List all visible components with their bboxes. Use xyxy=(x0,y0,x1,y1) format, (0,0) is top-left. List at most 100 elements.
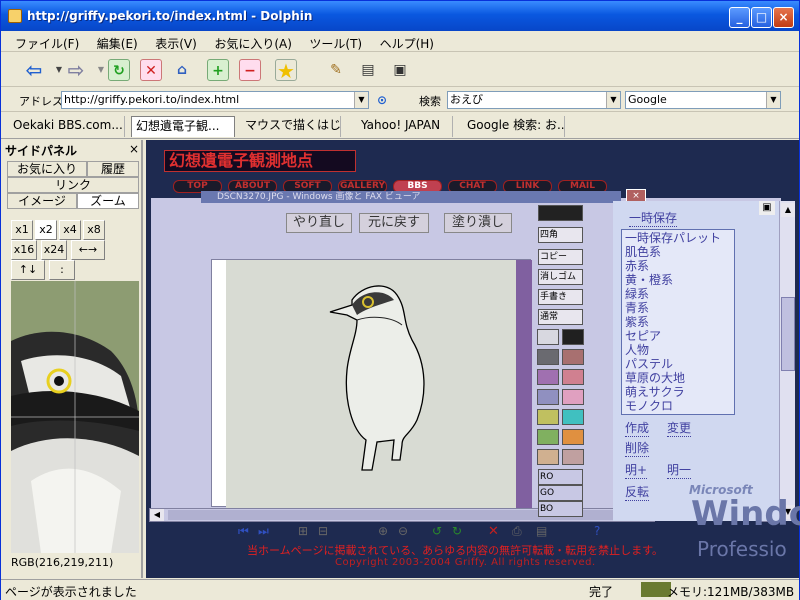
color-swatch[interactable] xyxy=(537,429,559,445)
color-swatch[interactable] xyxy=(537,329,559,345)
menu-help[interactable]: ヘルプ(H) xyxy=(380,35,434,52)
actual-size-icon[interactable]: ⊟ xyxy=(318,524,328,538)
minimize-button[interactable]: _ xyxy=(729,7,750,28)
refresh-icon[interactable]: ↻ xyxy=(108,59,130,81)
brighten-button[interactable]: 明+ xyxy=(625,461,648,479)
back-icon[interactable]: ⇦ xyxy=(23,59,45,81)
palette-list[interactable]: 一時保存パレット 肌色系 赤系 黄・橙系 緑系 青系 紫系 セピア 人物 パステ… xyxy=(621,229,735,415)
zoom-grid-button[interactable]: : xyxy=(49,260,75,280)
palette-item[interactable]: 黄・橙系 xyxy=(625,273,731,287)
tab-griffy[interactable]: 幻想遺電子観... xyxy=(131,116,235,137)
zoom-x2-button[interactable]: x2 xyxy=(35,220,57,240)
zoom-vertical-button[interactable]: ↑↓ xyxy=(11,260,45,280)
sidebar-tab-history[interactable]: 履歴 xyxy=(87,161,139,177)
menu-edit[interactable]: 編集(E) xyxy=(97,35,138,52)
palette-item[interactable]: モノクロ xyxy=(625,399,731,413)
sidebar-tab-image[interactable]: イメージ xyxy=(7,193,77,209)
sidebar-tab-favorites[interactable]: お気に入り xyxy=(7,161,87,177)
sidebar-tab-links[interactable]: リンク xyxy=(7,177,139,193)
menu-view[interactable]: 表示(V) xyxy=(155,35,197,52)
menu-tools[interactable]: ツール(T) xyxy=(309,35,362,52)
zoom-out-icon[interactable]: ⊖ xyxy=(398,524,408,538)
favorites-star-icon[interactable]: ★ xyxy=(275,59,297,82)
palette-item[interactable]: 一時保存パレット xyxy=(625,231,731,245)
side-panel-close-icon[interactable]: × xyxy=(129,142,139,156)
maximize-button[interactable]: □ xyxy=(751,7,772,28)
zoom-x24-button[interactable]: x24 xyxy=(41,240,67,260)
palette-item[interactable]: 緑系 xyxy=(625,287,731,301)
tool-copy[interactable]: コピー xyxy=(538,249,583,265)
next-icon[interactable]: ⏭ xyxy=(258,524,269,539)
color-swatch[interactable] xyxy=(537,369,559,385)
palette-item[interactable]: 萌えサクラ xyxy=(625,385,731,399)
red-slider[interactable]: RO xyxy=(538,469,583,485)
undo-button[interactable]: やり直し xyxy=(286,213,352,233)
color-swatch[interactable] xyxy=(562,449,584,465)
palette-item[interactable]: 人物 xyxy=(625,343,731,357)
stop-icon[interactable]: ✕ xyxy=(140,59,162,81)
image-toolbar-icon[interactable]: ▣ xyxy=(759,201,775,215)
tab-yahoo[interactable]: Yahoo! JAPAN xyxy=(357,116,453,137)
palette-item[interactable]: 草原の大地 xyxy=(625,371,731,385)
delete-icon[interactable]: ✕ xyxy=(488,524,499,539)
zoom-in-icon[interactable]: ⊕ xyxy=(378,524,388,538)
palette-item[interactable]: 肌色系 xyxy=(625,245,731,259)
palette-item[interactable]: 紫系 xyxy=(625,315,731,329)
close-button[interactable]: × xyxy=(773,7,794,28)
tab-mouse-drawing[interactable]: マウスで描くはじ... xyxy=(241,116,341,137)
window-list-icon[interactable]: ▤ xyxy=(357,59,379,81)
rotate-right-icon[interactable]: ↻ xyxy=(452,524,462,538)
color-swatch[interactable] xyxy=(562,369,584,385)
tab-google-search[interactable]: Google 検索: お... xyxy=(463,116,565,137)
go-icon[interactable]: ⊙ xyxy=(373,91,391,109)
blue-slider[interactable]: BO xyxy=(538,501,583,517)
palette-item[interactable]: パステル xyxy=(625,357,731,371)
save-icon[interactable]: ▤ xyxy=(536,524,547,538)
redo-button[interactable]: 元に戻す xyxy=(359,213,429,233)
new-window-icon[interactable]: ▣ xyxy=(389,59,411,81)
forward-icon[interactable]: ⇨ xyxy=(65,59,87,81)
tool-rect[interactable]: 四角 xyxy=(538,227,583,243)
zoom-horizontal-button[interactable]: ←→ xyxy=(71,240,105,260)
temp-save-button[interactable]: 一時保存 xyxy=(629,209,678,227)
palette-item[interactable]: 赤系 xyxy=(625,259,731,273)
tool-normal[interactable]: 通常 xyxy=(538,309,583,325)
color-swatch[interactable] xyxy=(562,389,584,405)
search-dropdown-icon[interactable]: ▼ xyxy=(606,92,620,108)
zoom-x4-button[interactable]: x4 xyxy=(59,220,81,240)
change-button[interactable]: 変更 xyxy=(667,419,692,437)
tool-pen[interactable] xyxy=(538,205,583,221)
search-engine-select[interactable]: Google ▼ xyxy=(625,91,781,109)
scroll-up-icon[interactable]: ▲ xyxy=(781,203,795,217)
tool-freehand[interactable]: 手書き xyxy=(538,289,583,305)
color-swatch[interactable] xyxy=(537,389,559,405)
address-input[interactable]: http://griffy.pekori.to/index.html ▼ xyxy=(61,91,369,109)
tool-eraser[interactable]: 消しゴム xyxy=(538,269,583,285)
vscroll-thumb[interactable] xyxy=(781,297,795,371)
menu-file[interactable]: ファイル(F) xyxy=(15,35,79,52)
green-slider[interactable]: GO xyxy=(538,485,583,501)
color-swatch[interactable] xyxy=(562,349,584,365)
zoom-x16-button[interactable]: x16 xyxy=(11,240,37,260)
menu-favorites[interactable]: お気に入り(A) xyxy=(214,35,292,52)
new-tab-icon[interactable]: + xyxy=(207,59,229,81)
darken-button[interactable]: 明一 xyxy=(667,461,692,479)
rotate-left-icon[interactable]: ↺ xyxy=(432,524,442,538)
home-icon[interactable]: ⌂ xyxy=(171,59,193,81)
search-input[interactable]: おえび ▼ xyxy=(447,91,621,109)
color-swatch[interactable] xyxy=(537,409,559,425)
fill-button[interactable]: 塗り潰し xyxy=(444,213,512,233)
scroll-left-icon[interactable]: ◀ xyxy=(150,509,164,521)
fit-icon[interactable]: ⊞ xyxy=(298,524,308,538)
help-icon[interactable]: ? xyxy=(594,524,600,538)
color-swatch[interactable] xyxy=(562,429,584,445)
palette-item[interactable]: 青系 xyxy=(625,301,731,315)
color-swatch[interactable] xyxy=(562,409,584,425)
color-swatch[interactable] xyxy=(537,449,559,465)
zoom-x1-button[interactable]: x1 xyxy=(11,220,33,240)
page-vertical-scrollbar[interactable]: ▲ ▼ xyxy=(779,201,795,521)
zoom-x8-button[interactable]: x8 xyxy=(83,220,105,240)
delete-button[interactable]: 削除 xyxy=(625,439,650,457)
engine-dropdown-icon[interactable]: ▼ xyxy=(766,92,780,108)
sidebar-tab-zoom[interactable]: ズーム xyxy=(77,193,139,209)
